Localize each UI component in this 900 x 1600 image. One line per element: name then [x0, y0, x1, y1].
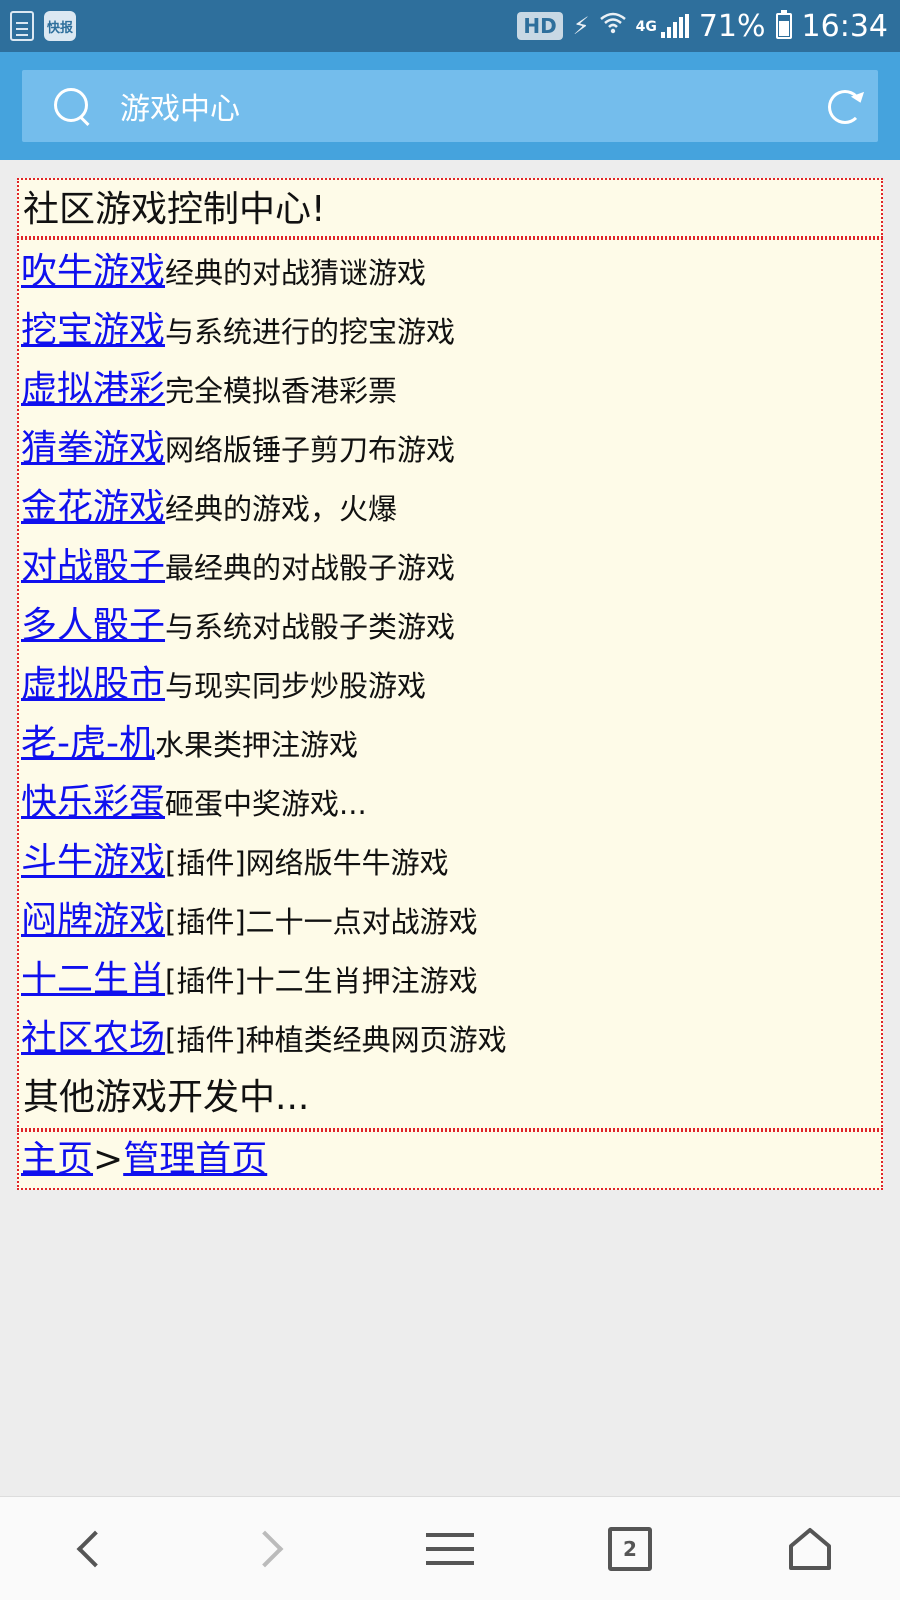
game-desc: 网络版锤子剪刀布游戏 — [165, 433, 456, 467]
search-icon[interactable] — [52, 86, 92, 126]
game-desc: [插件]二十一点对战游戏 — [165, 905, 478, 939]
refresh-icon[interactable] — [824, 86, 864, 126]
forward-icon[interactable] — [240, 1519, 300, 1579]
address-bar: 游戏中心 — [0, 52, 900, 160]
game-item: 闷牌游戏[插件]二十一点对战游戏 — [21, 891, 879, 950]
game-link[interactable]: 十二生肖 — [21, 959, 165, 1000]
game-link[interactable]: 快乐彩蛋 — [21, 782, 165, 823]
game-item: 对战骰子最经典的对战骰子游戏 — [21, 537, 879, 596]
game-desc: 与系统进行的挖宝游戏 — [165, 315, 456, 349]
news-app-icon: 快报 — [44, 11, 76, 41]
page-content: 社区游戏控制中心! 吹牛游戏经典的对战猜谜游戏 挖宝游戏与系统进行的挖宝游戏 虚… — [0, 160, 900, 1496]
bottom-nav: 2 — [0, 1496, 900, 1600]
clock: 16:34 — [801, 8, 888, 44]
game-desc: 经典的游戏，火爆 — [165, 492, 398, 526]
game-desc: 水果类押注游戏 — [154, 728, 358, 762]
game-link[interactable]: 多人骰子 — [21, 605, 165, 646]
game-desc: [插件]十二生肖押注游戏 — [165, 964, 478, 998]
game-desc: 与系统对战骰子类游戏 — [165, 610, 456, 644]
battery-icon — [775, 10, 792, 39]
game-desc: [插件]种植类经典网页游戏 — [165, 1023, 507, 1057]
game-item: 猜拳游戏网络版锤子剪刀布游戏 — [21, 419, 879, 478]
game-desc: 最经典的对战骰子游戏 — [165, 551, 456, 585]
back-icon[interactable] — [60, 1519, 120, 1579]
game-desc: 砸蛋中奖游戏... — [165, 787, 367, 821]
page-title: 社区游戏控制中心! — [23, 189, 326, 230]
game-item: 社区农场[插件]种植类经典网页游戏 — [21, 1009, 879, 1068]
game-item: 快乐彩蛋砸蛋中奖游戏... — [21, 773, 879, 832]
game-link[interactable]: 虚拟港彩 — [21, 369, 165, 410]
game-link[interactable]: 对战骰子 — [21, 546, 165, 587]
game-desc: 经典的对战猜谜游戏 — [165, 256, 427, 290]
data-transfer-icon: ⚡ — [572, 12, 590, 40]
game-item: 虚拟港彩完全模拟香港彩票 — [21, 360, 879, 419]
hd-badge: HD — [517, 12, 563, 40]
tab-count: 2 — [623, 1537, 637, 1561]
game-link[interactable]: 闷牌游戏 — [21, 900, 165, 941]
game-link[interactable]: 猜拳游戏 — [21, 428, 165, 469]
page-title-box: 社区游戏控制中心! — [17, 178, 883, 238]
wifi-icon — [599, 12, 626, 40]
network-type: 4G — [635, 18, 657, 35]
document-icon — [10, 11, 34, 41]
home-link[interactable]: 主页 — [21, 1139, 93, 1180]
game-link[interactable]: 斗牛游戏 — [21, 841, 165, 882]
address-field[interactable]: 游戏中心 — [22, 70, 878, 142]
game-desc: 与现实同步炒股游戏 — [165, 669, 427, 703]
game-link[interactable]: 吹牛游戏 — [21, 251, 165, 292]
game-desc: 完全模拟香港彩票 — [165, 374, 398, 408]
game-link[interactable]: 社区农场 — [21, 1018, 165, 1059]
battery-percent: 71% — [698, 8, 766, 44]
status-bar: 快报 HD ⚡ 4G 71% 16:34 — [0, 0, 900, 52]
admin-home-link[interactable]: 管理首页 — [123, 1139, 267, 1180]
home-icon[interactable] — [780, 1519, 840, 1579]
game-link[interactable]: 金花游戏 — [21, 487, 165, 528]
game-list: 吹牛游戏经典的对战猜谜游戏 挖宝游戏与系统进行的挖宝游戏 虚拟港彩完全模拟香港彩… — [17, 238, 883, 1130]
menu-icon[interactable] — [420, 1519, 480, 1579]
tabs-button[interactable]: 2 — [608, 1527, 652, 1571]
game-item: 虚拟股市与现实同步炒股游戏 — [21, 655, 879, 714]
game-link[interactable]: 虚拟股市 — [21, 664, 165, 705]
breadcrumb: 主页>管理首页 — [17, 1130, 883, 1190]
address-text[interactable]: 游戏中心 — [120, 84, 824, 128]
game-item: 老-虎-机水果类押注游戏 — [21, 714, 879, 773]
game-item: 十二生肖[插件]十二生肖押注游戏 — [21, 950, 879, 1009]
breadcrumb-row: 主页>管理首页 — [21, 1134, 879, 1186]
game-item: 挖宝游戏与系统进行的挖宝游戏 — [21, 301, 879, 360]
game-item: 吹牛游戏经典的对战猜谜游戏 — [21, 242, 879, 301]
game-item: 多人骰子与系统对战骰子类游戏 — [21, 596, 879, 655]
other-games-text: 其他游戏开发中... — [23, 1077, 310, 1118]
game-link[interactable]: 挖宝游戏 — [21, 310, 165, 351]
breadcrumb-separator: > — [93, 1139, 124, 1180]
game-desc: [插件]网络版牛牛游戏 — [165, 846, 449, 880]
game-link[interactable]: 老-虎-机 — [21, 723, 155, 764]
game-item: 金花游戏经典的游戏，火爆 — [21, 478, 879, 537]
signal-icon — [660, 14, 689, 38]
game-item: 斗牛游戏[插件]网络版牛牛游戏 — [21, 832, 879, 891]
